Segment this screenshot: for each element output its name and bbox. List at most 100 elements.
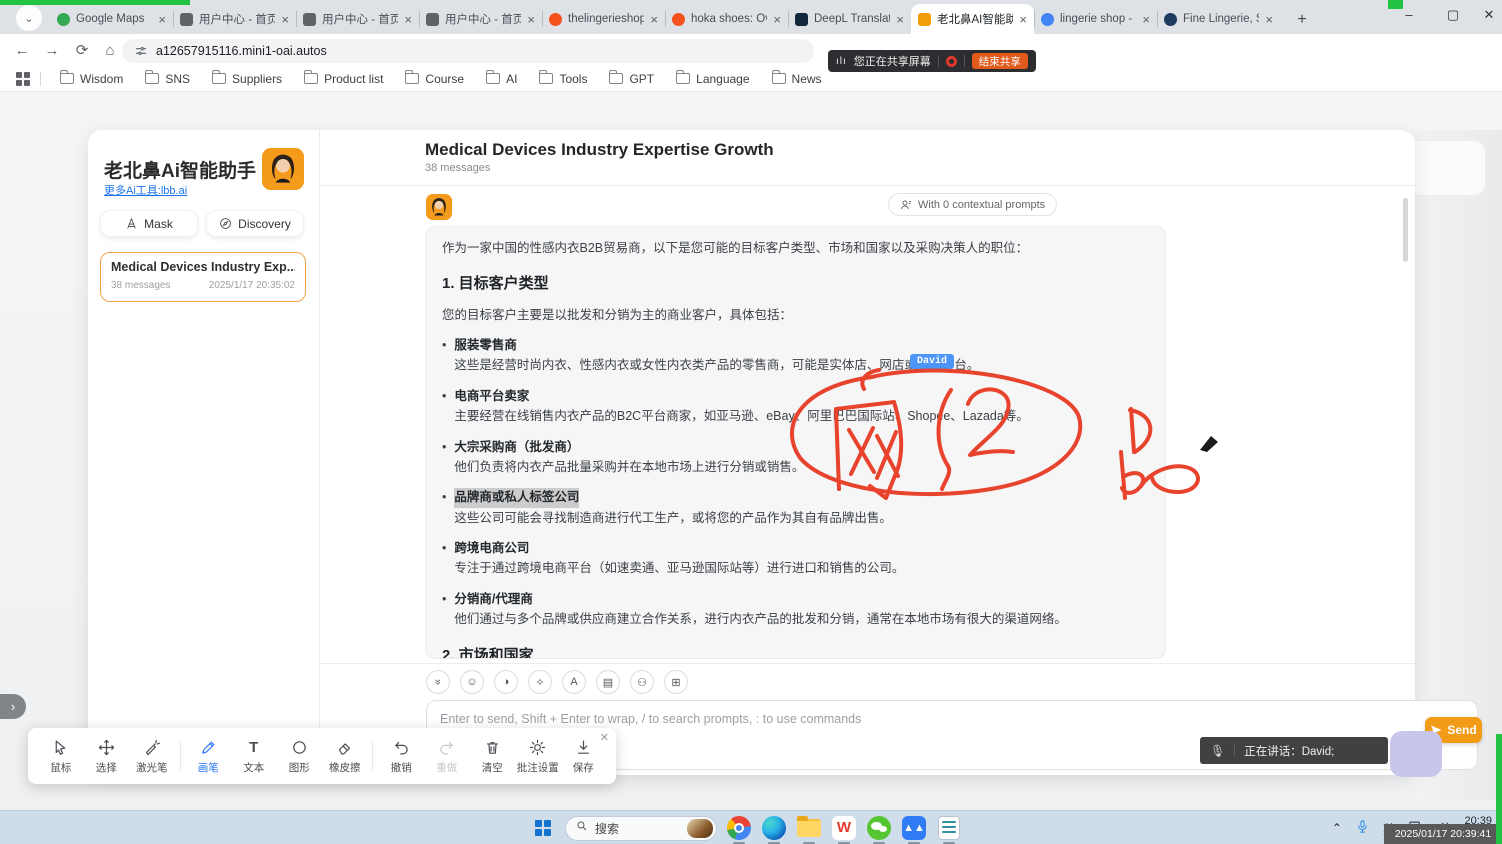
taskbar-wechat-icon[interactable] — [866, 815, 892, 841]
browser-tab[interactable]: 用户中心 - 首页× — [173, 4, 296, 34]
bookmark-folder-language[interactable]: Language — [676, 72, 749, 86]
mask-button[interactable]: Mask — [100, 210, 198, 237]
discovery-button[interactable]: Discovery — [206, 210, 304, 237]
tool-pen-active[interactable]: 画笔 — [185, 737, 231, 775]
tab-close-icon[interactable]: × — [650, 13, 658, 26]
toolbar-close-icon[interactable]: ✕ — [600, 733, 609, 744]
shortcut-grid-icon[interactable]: ⊞ — [664, 670, 688, 694]
plugin-icon[interactable]: ⚇ — [630, 670, 654, 694]
bookmark-folder-tools[interactable]: Tools — [539, 72, 587, 86]
tab-search-button[interactable]: ⌄ — [16, 5, 42, 31]
window-minimize-button[interactable]: – — [1392, 0, 1426, 32]
taskbar-notes-icon[interactable] — [936, 815, 962, 841]
mask-icon[interactable]: A — [562, 670, 586, 694]
tab-close-icon[interactable]: × — [1142, 13, 1150, 26]
app-logo-avatar — [262, 148, 304, 190]
chat-scrollbar-thumb[interactable] — [1403, 198, 1408, 262]
tab-close-icon[interactable]: × — [404, 13, 412, 26]
bookmark-folder-course[interactable]: Course — [405, 72, 464, 86]
site-settings-icon[interactable] — [134, 44, 148, 58]
browser-tab[interactable]: thelingerieshop× — [542, 4, 665, 34]
tab-label: DeepL Translate: — [814, 13, 890, 25]
browser-tab[interactable]: DeepL Translate: × — [788, 4, 911, 34]
browser-tab[interactable]: Fine Lingerie, Sle × — [1157, 4, 1280, 34]
start-button[interactable] — [530, 815, 556, 841]
browser-tab-active[interactable]: 老北鼻AI智能助手× — [911, 4, 1034, 34]
bookmark-folder-ai[interactable]: AI — [486, 72, 517, 86]
chat-toolbar: « ☺ ◑ ✧ A ▤ ⚇ ⊞ — [426, 670, 688, 694]
folder-icon — [145, 73, 159, 84]
window-maximize-button[interactable]: ▢ — [1436, 0, 1470, 32]
browser-tab[interactable]: hoka shoes: Ove× — [665, 4, 788, 34]
forward-icon[interactable]: → — [40, 38, 64, 62]
more-ai-tools-link[interactable]: 更多Ai工具:lbb.ai — [104, 182, 187, 198]
chat-list-item-selected[interactable]: Medical Devices Industry Exp... 38 messa… — [100, 252, 306, 302]
speaking-text: 正在讲话：David; — [1244, 743, 1334, 759]
search-highlight-image[interactable] — [687, 819, 713, 838]
home-icon[interactable]: ⌂ — [98, 38, 122, 62]
apps-grid-icon[interactable] — [16, 72, 30, 86]
tab-close-icon[interactable]: × — [158, 13, 166, 26]
taskbar-edge-icon[interactable] — [761, 815, 787, 841]
new-tab-button[interactable]: + — [1290, 8, 1314, 32]
tab-close-icon[interactable]: × — [1019, 13, 1027, 26]
bookmark-folder-suppliers[interactable]: Suppliers — [212, 72, 282, 86]
bookmark-folder-product-list[interactable]: Product list — [304, 72, 383, 86]
tab-close-icon[interactable]: × — [1265, 13, 1273, 26]
tool-select[interactable]: 选择 — [84, 737, 130, 775]
tab-label: Fine Lingerie, Sle — [1183, 13, 1259, 25]
reload-icon[interactable]: ⟳ — [70, 38, 94, 62]
browser-tab[interactable]: 用户中心 - 首页× — [296, 4, 419, 34]
chat-sidebar: 老北鼻Ai智能助手 更多Ai工具:lbb.ai Mask Discovery M… — [88, 130, 320, 775]
tray-microphone-icon[interactable] — [1355, 819, 1370, 837]
tab-close-icon[interactable]: × — [773, 13, 781, 26]
tool-eraser[interactable]: 橡皮擦 — [322, 737, 368, 775]
taskbar-search[interactable]: 搜索 — [565, 816, 717, 841]
browser-tab[interactable]: Google Maps× — [50, 4, 173, 34]
laser-pen-icon — [143, 737, 160, 757]
tray-expand-icon[interactable]: ⌃ — [1332, 821, 1342, 835]
prompt-wand-icon[interactable]: ✧ — [528, 670, 552, 694]
tool-text[interactable]: T文本 — [231, 737, 277, 775]
tab-label: 用户中心 - 首页 — [445, 11, 521, 27]
folder-icon — [212, 73, 226, 84]
bookmark-folder-sns[interactable]: SNS — [145, 72, 190, 86]
stop-sharing-button[interactable]: 结束共享 — [972, 53, 1028, 69]
window-close-button[interactable]: ✕ — [1472, 0, 1502, 32]
tool-clear[interactable]: 清空 — [469, 737, 515, 775]
share-banner-text: 您正在共享屏幕 — [854, 53, 931, 69]
redo-icon — [438, 737, 455, 757]
emotion-icon[interactable]: ☺ — [460, 670, 484, 694]
google-maps-pin-icon — [57, 13, 70, 26]
floating-logo-button[interactable] — [1390, 731, 1442, 777]
bookmark-folder-news[interactable]: News — [772, 72, 822, 86]
browser-tab[interactable]: lingerie shop - G× — [1034, 4, 1157, 34]
bookmark-folder-wisdom[interactable]: Wisdom — [60, 72, 123, 86]
assistant-icon — [918, 13, 931, 26]
image-icon[interactable]: ▤ — [596, 670, 620, 694]
back-icon[interactable]: ← — [10, 38, 34, 62]
tool-undo[interactable]: 撤销 — [378, 737, 424, 775]
tab-close-icon[interactable]: × — [896, 13, 904, 26]
taskbar-chrome-icon[interactable] — [726, 815, 752, 841]
scroll-to-bottom-icon[interactable]: « — [426, 670, 450, 694]
taskbar-cloud-app-icon[interactable]: ▲▲ — [901, 815, 927, 841]
tool-laser-pen[interactable]: 激光笔 — [129, 737, 175, 775]
contextual-prompts-button[interactable]: With 0 contextual prompts — [888, 193, 1057, 216]
tab-close-icon[interactable]: × — [281, 13, 289, 26]
folder-icon — [405, 73, 419, 84]
address-bar[interactable]: a12657915116.mini1-oai.autos — [122, 39, 814, 63]
tool-annotation-settings[interactable]: 批注设置 — [515, 737, 561, 775]
cursor-icon — [52, 737, 69, 757]
bookmark-folder-gpt[interactable]: GPT — [609, 72, 654, 86]
signal-bars-icon: ılı — [836, 56, 847, 67]
collapsed-panel-handle[interactable]: › — [0, 694, 26, 719]
url-text[interactable]: a12657915116.mini1-oai.autos — [156, 44, 327, 58]
tool-mouse[interactable]: 鼠标 — [38, 737, 84, 775]
taskbar-wps-icon[interactable]: W — [831, 815, 857, 841]
tool-shape[interactable]: 图形 — [276, 737, 322, 775]
browser-tab[interactable]: 用户中心 - 首页 × — [419, 4, 542, 34]
tab-close-icon[interactable]: × — [527, 13, 535, 26]
taskbar-file-explorer-icon[interactable] — [796, 815, 822, 841]
theme-icon[interactable]: ◑ — [494, 670, 518, 694]
